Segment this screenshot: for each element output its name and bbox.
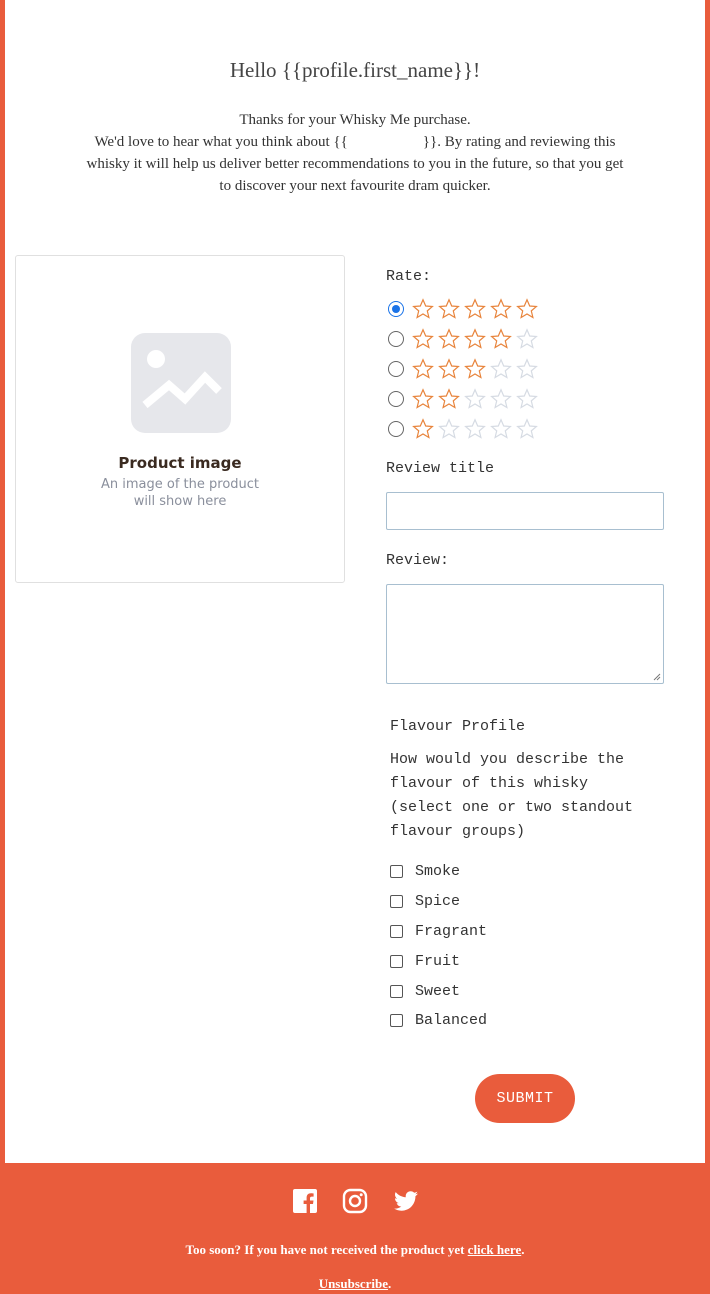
- review-title-input[interactable]: [386, 492, 664, 530]
- flavour-option-spice[interactable]: Spice: [390, 891, 460, 911]
- checkbox[interactable]: [390, 954, 403, 968]
- footer-note: Too soon? If you have not received the p…: [0, 1242, 710, 1258]
- footer-note-prefix: Too soon? If you have not received the p…: [185, 1242, 468, 1257]
- flavour-question: How would you describe the flavour of th…: [390, 748, 680, 844]
- twitter-icon[interactable]: [392, 1188, 418, 1214]
- unsubscribe-suffix: .: [388, 1276, 392, 1291]
- star-empty-icon: [490, 358, 512, 379]
- star-outline-icon: [464, 358, 486, 379]
- checkbox[interactable]: [390, 864, 403, 878]
- rating-radio[interactable]: [388, 361, 404, 377]
- star-outline-icon: [412, 328, 434, 349]
- star-outline-icon: [490, 298, 512, 319]
- intro-line-3: whisky it will help us deliver better re…: [86, 156, 624, 172]
- facebook-icon[interactable]: [292, 1188, 318, 1214]
- flavour-option-fragrant[interactable]: Fragrant: [390, 921, 487, 941]
- rating-radio[interactable]: [388, 391, 404, 407]
- star-outline-icon: [516, 298, 538, 319]
- rating-option-4-stars[interactable]: [388, 326, 538, 352]
- rating-option-5-stars[interactable]: [388, 296, 538, 322]
- flavour-option-smoke[interactable]: Smoke: [390, 861, 460, 881]
- star-outline-icon: [412, 358, 434, 379]
- star-outline-icon: [464, 298, 486, 319]
- star-empty-icon: [490, 388, 512, 409]
- star-outline-icon: [490, 328, 512, 349]
- rating-radio[interactable]: [388, 301, 404, 317]
- product-image-subtitle: An image of the product will show here: [16, 476, 344, 510]
- image-placeholder-icon: [131, 333, 231, 433]
- product-image-title: Product image: [118, 454, 242, 472]
- resize-grip-icon[interactable]: [653, 673, 661, 681]
- flavour-option-label: Spice: [415, 892, 461, 910]
- star-outline-icon: [438, 358, 460, 379]
- review-title-label: Review title: [386, 460, 495, 477]
- flavour-question-line-1: How would you describe the: [390, 751, 625, 768]
- star-outline-icon: [438, 328, 460, 349]
- star-rating: [412, 358, 538, 380]
- star-outline-icon: [412, 388, 434, 409]
- flavour-profile-title: Flavour Profile: [390, 718, 526, 735]
- checkbox[interactable]: [390, 984, 403, 998]
- footer-note-suffix: .: [521, 1242, 525, 1257]
- flavour-option-label: Smoke: [415, 862, 461, 880]
- star-empty-icon: [516, 358, 538, 379]
- star-empty-icon: [516, 388, 538, 409]
- rate-label: Rate:: [386, 268, 432, 285]
- star-empty-icon: [490, 418, 512, 439]
- click-here-link[interactable]: click here: [468, 1242, 522, 1257]
- star-outline-icon: [464, 328, 486, 349]
- star-empty-icon: [464, 418, 486, 439]
- rating-option-1-stars[interactable]: [388, 416, 538, 442]
- intro-line-1: Thanks for your Whisky Me purchase.: [239, 112, 471, 128]
- rating-option-2-stars[interactable]: [388, 386, 538, 412]
- submit-button[interactable]: SUBMIT: [475, 1074, 575, 1123]
- unsubscribe-line: Unsubscribe.: [0, 1276, 710, 1292]
- footer: Too soon? If you have not received the p…: [0, 1163, 710, 1294]
- checkbox[interactable]: [390, 924, 403, 938]
- flavour-option-label: Balanced: [415, 1011, 488, 1029]
- star-outline-icon: [412, 418, 434, 439]
- greeting-heading: Hello {{profile.first_name}}!: [229, 58, 481, 82]
- flavour-option-balanced[interactable]: Balanced: [390, 1010, 487, 1030]
- intro-line-4: to discover your next favourite dram qui…: [219, 178, 491, 194]
- flavour-option-label: Fruit: [415, 952, 461, 970]
- rating-radio[interactable]: [388, 421, 404, 437]
- instagram-icon[interactable]: [342, 1188, 368, 1214]
- checkbox[interactable]: [390, 894, 403, 908]
- product-image-card: Product image An image of the product wi…: [15, 255, 345, 583]
- star-empty-icon: [516, 418, 538, 439]
- social-links: [0, 1188, 710, 1214]
- unsubscribe-link[interactable]: Unsubscribe: [319, 1276, 388, 1291]
- star-outline-icon: [438, 388, 460, 409]
- product-image-subtitle-line-2: will show here: [133, 494, 227, 509]
- rating-option-3-stars[interactable]: [388, 356, 538, 382]
- intro-text: Thanks for your Whisky Me purchase. We'd…: [50, 109, 660, 197]
- flavour-option-label: Sweet: [415, 982, 461, 1000]
- star-empty-icon: [438, 418, 460, 439]
- rating-radio[interactable]: [388, 331, 404, 347]
- star-rating: [412, 388, 538, 410]
- review-label: Review:: [386, 552, 450, 569]
- review-textarea[interactable]: [386, 584, 664, 684]
- flavour-option-fruit[interactable]: Fruit: [390, 951, 460, 971]
- intro-line-2: We'd love to hear what you think about {…: [94, 134, 616, 150]
- flavour-option-label: Fragrant: [415, 922, 488, 940]
- star-empty-icon: [464, 388, 486, 409]
- product-image-subtitle-line-1: An image of the product: [100, 477, 260, 492]
- flavour-option-sweet[interactable]: Sweet: [390, 981, 460, 1001]
- checkbox[interactable]: [390, 1013, 403, 1027]
- flavour-question-line-2: flavour of this whisky: [390, 775, 589, 792]
- star-outline-icon: [412, 298, 434, 319]
- star-rating: [412, 328, 538, 350]
- star-empty-icon: [516, 328, 538, 349]
- star-rating: [412, 298, 538, 320]
- star-rating: [412, 418, 538, 440]
- star-outline-icon: [438, 298, 460, 319]
- flavour-question-line-3: (select one or two standout: [390, 799, 634, 816]
- flavour-question-line-4: flavour groups): [390, 823, 526, 840]
